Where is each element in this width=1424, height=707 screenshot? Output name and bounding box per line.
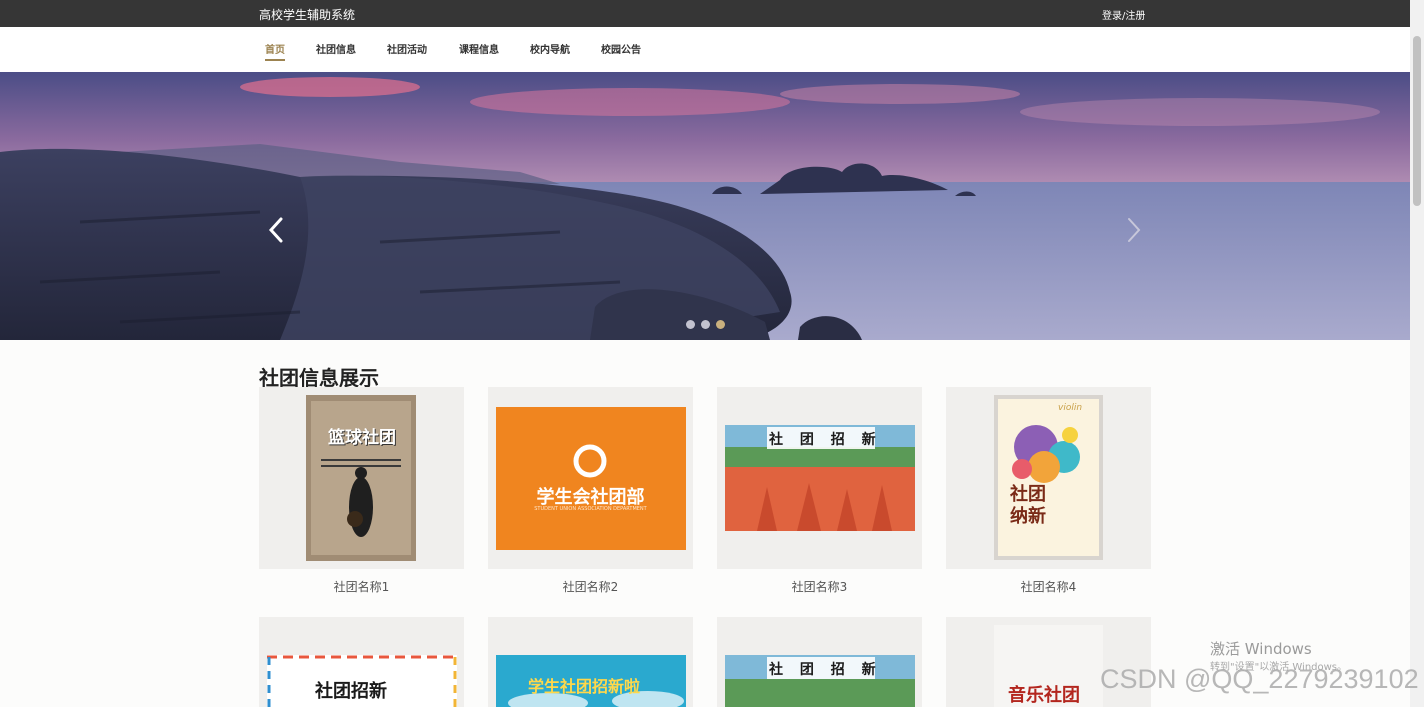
nav-item-club-info[interactable]: 社团信息 (316, 41, 356, 56)
carousel-dot-1[interactable] (686, 320, 695, 329)
nav-item-club-activities[interactable]: 社团活动 (387, 41, 427, 56)
club-card-name[interactable]: 社团名称4 (946, 578, 1151, 595)
site-title: 高校学生辅助系统 (259, 8, 356, 22)
banner-image (0, 72, 1410, 340)
nav-item-campus-notices[interactable]: 校园公告 (601, 41, 641, 56)
chevron-right-icon[interactable] (1122, 213, 1146, 247)
club-poster-title: 社 团 招 新 (769, 432, 882, 448)
club-poster-title: 社 团 招 新 (769, 662, 882, 678)
carousel-dot-2[interactable] (701, 320, 710, 329)
nav-item-home[interactable]: 首页 (265, 41, 285, 61)
top-bar: 高校学生辅助系统 登录/注册 (0, 0, 1410, 27)
club-card-name[interactable]: 社团名称3 (717, 578, 922, 595)
club-poster-image (496, 407, 686, 550)
club-card-6[interactable]: 学生社团招新啦 (488, 617, 693, 707)
club-poster-title: 篮球社团 (328, 428, 396, 448)
club-poster-title: 音乐社团 (1008, 685, 1080, 706)
club-poster-image (306, 395, 416, 561)
csdn-watermark: CSDN @QQ_2279239102 (1100, 664, 1419, 694)
club-card-4[interactable]: 社团纳新 violin (946, 387, 1151, 569)
carousel-dot-3[interactable] (716, 320, 725, 329)
club-poster-title: 社团纳新 (1010, 484, 1046, 527)
club-poster-image (994, 395, 1103, 560)
club-poster-image (725, 425, 915, 531)
page-scrollbar[interactable] (1410, 0, 1424, 707)
login-register-link[interactable]: 登录/注册 (1102, 7, 1145, 22)
club-poster-subtitle: STUDENT UNION ASSOCIATION DEPARTMENT (534, 506, 647, 512)
club-poster-title: 社团招新 (315, 681, 387, 702)
club-card-7[interactable]: 社 团 招 新 (717, 617, 922, 707)
club-card-2[interactable]: 学生会社团部 STUDENT UNION ASSOCIATION DEPARTM… (488, 387, 693, 569)
club-card-3[interactable]: 社 团 招 新 (717, 387, 922, 569)
chevron-left-icon[interactable] (264, 213, 288, 247)
club-card-name[interactable]: 社团名称2 (488, 578, 693, 595)
club-poster-title: 学生社团招新啦 (528, 677, 641, 696)
scrollbar-thumb[interactable] (1413, 36, 1421, 206)
banner-carousel[interactable] (0, 72, 1410, 340)
club-card-name[interactable]: 社团名称1 (259, 578, 464, 595)
nav-item-campus-navigation[interactable]: 校内导航 (530, 41, 570, 56)
club-card-1[interactable]: 篮球社团 (259, 387, 464, 569)
main-nav: 首页 社团信息 社团活动 课程信息 校内导航 校园公告 (0, 27, 1410, 73)
club-card-5[interactable]: 社团招新 (259, 617, 464, 707)
activate-windows-watermark: 激活 Windows (1210, 640, 1312, 658)
club-poster-subtitle: violin (1058, 403, 1083, 413)
nav-item-course-info[interactable]: 课程信息 (459, 41, 499, 56)
